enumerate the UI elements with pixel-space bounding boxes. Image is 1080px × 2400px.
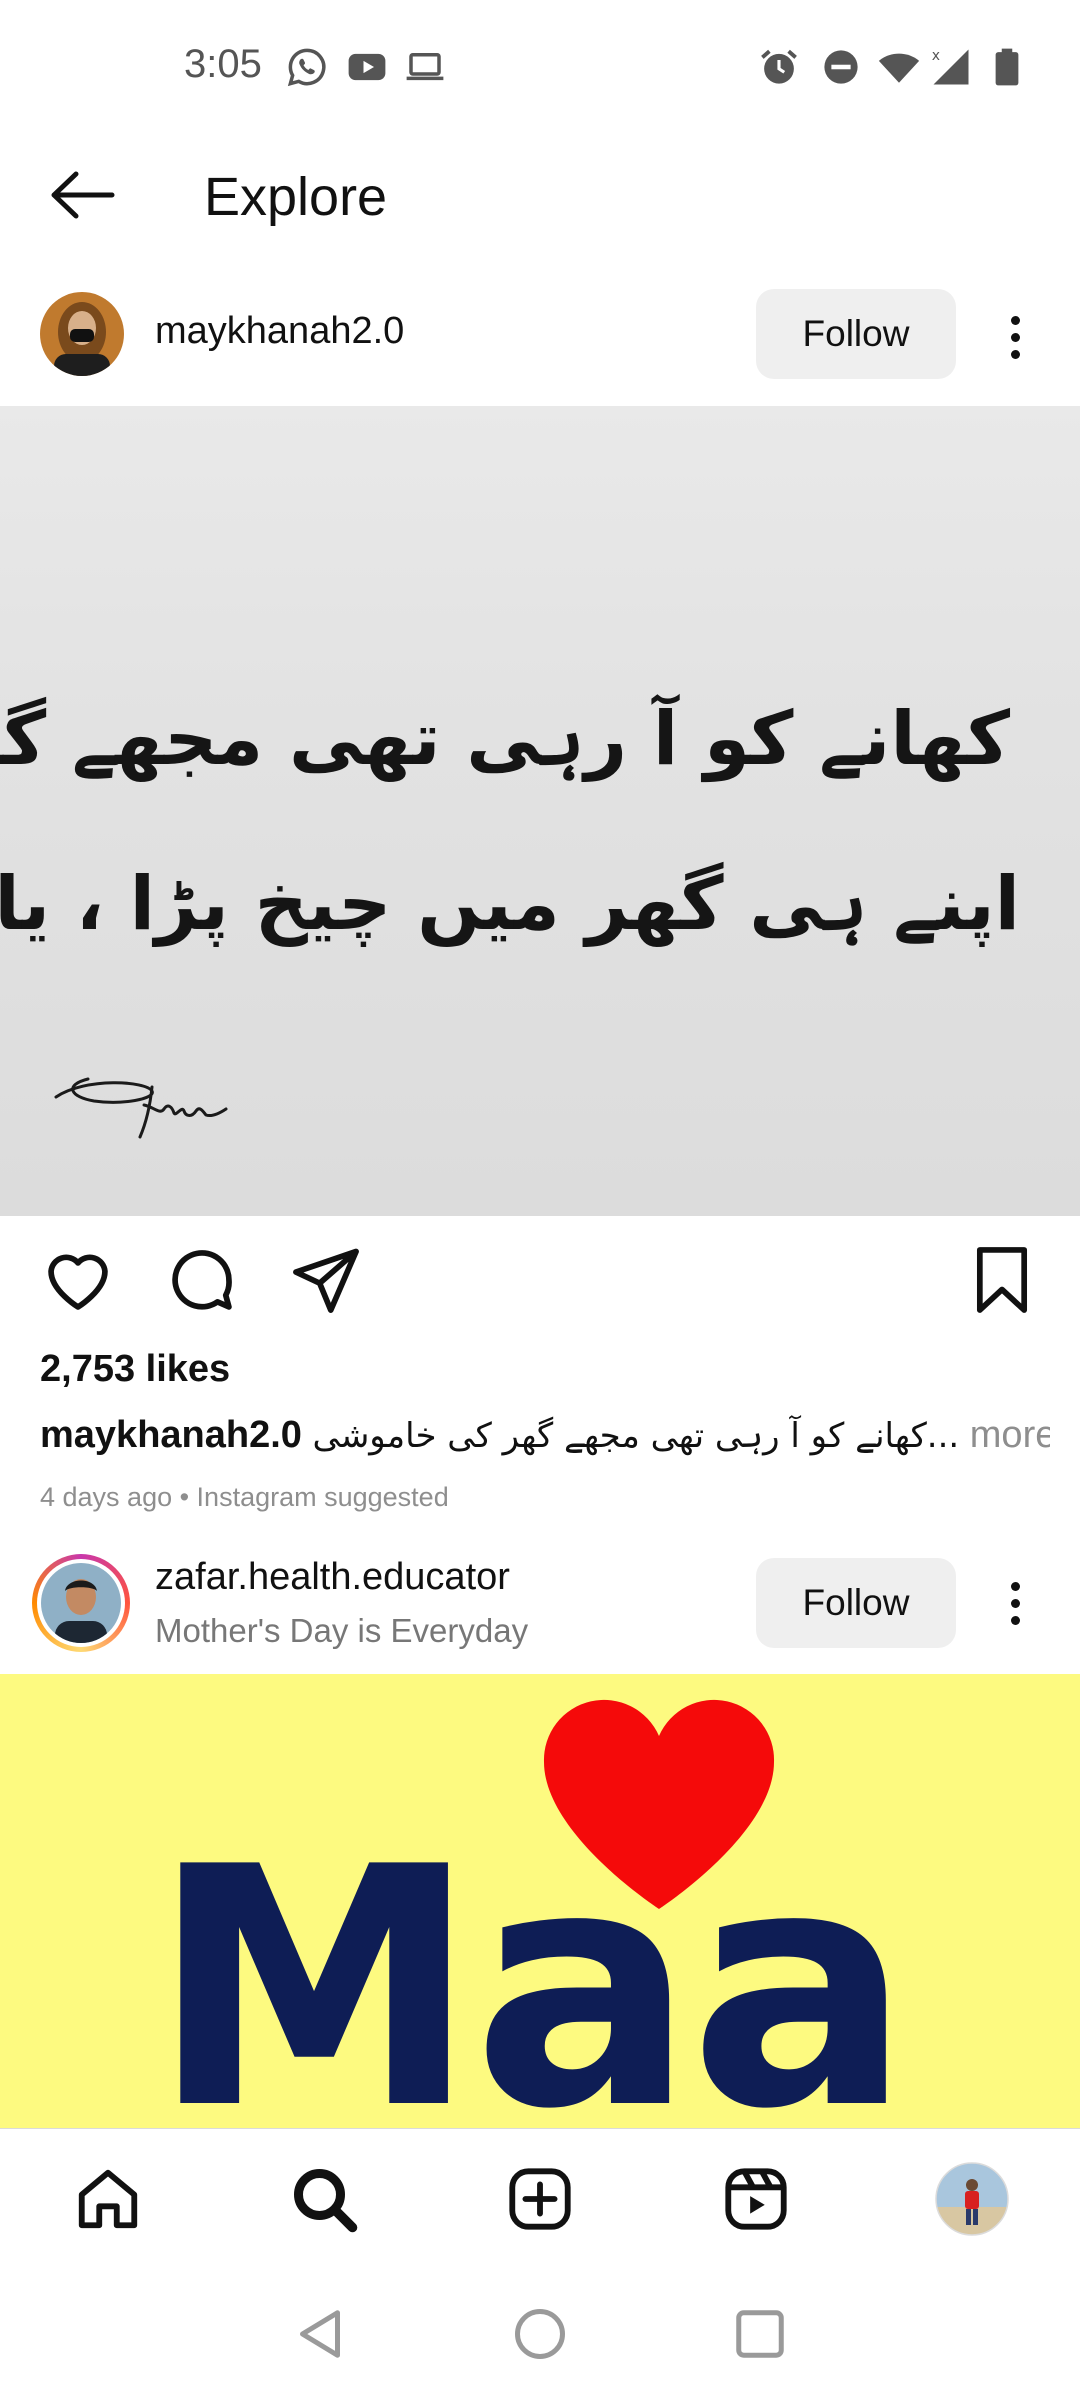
alarm-icon [761,49,797,84]
avatar[interactable] [40,292,124,376]
follow-button[interactable]: Follow [756,289,956,379]
image-text-line-1: کھانے کو آ رہی تھی مجھے گھر کی خاموشی [0,696,1010,782]
post-image[interactable]: Maa [0,1674,1080,2128]
status-bar: 3:05 x [0,0,1080,136]
home-icon [78,2169,138,2229]
laptop-icon [406,53,444,81]
reels-icon [725,2168,787,2230]
more-dot-icon [1010,1598,1020,1608]
post-caption[interactable]: maykhanah2.0 کھانے کو آ رہی تھی مجھے گھر… [40,1414,1050,1457]
image-text-line-2: اپنے ہی گھر میں چیخ پڑا ، یار کوئی ہے ؟ [0,861,1020,947]
like-heart-icon[interactable] [40,1242,116,1318]
back-arrow-icon [51,171,115,219]
whatsapp-icon [287,48,326,87]
system-nav [0,2268,1080,2400]
post-header: zafar.health.educator Mother's Day is Ev… [0,1534,1080,1670]
post-username[interactable]: maykhanah2.0 [155,310,404,353]
create-icon [509,2168,571,2230]
share-icon[interactable] [288,1242,364,1318]
more-dot-icon [1010,315,1020,325]
svg-text:x: x [932,48,940,64]
post-meta: 4 days ago • Instagram suggested [40,1482,449,1512]
post-username[interactable]: zafar.health.educator [155,1556,510,1599]
more-dot-icon [1010,1615,1020,1625]
image-title: Maa [150,1797,912,2128]
nav-home[interactable] [68,2159,148,2239]
follow-button[interactable]: Follow [756,1558,956,1648]
more-dot-icon [1010,349,1020,359]
avatar-image [41,1563,121,1643]
post-image[interactable]: کھانے کو آ رہی تھی مجھے گھر کی خاموشی اپ… [0,406,1080,1216]
nav-profile[interactable] [932,2159,1012,2239]
nav-reels[interactable] [716,2159,796,2239]
caption-more-link[interactable]: more [970,1414,1050,1456]
post-subtitle[interactable]: Mother's Day is Everyday [155,1612,528,1650]
do-not-disturb-icon [824,50,858,84]
save-bookmark-icon[interactable] [964,1242,1040,1318]
likes-count[interactable]: 2,753 likes [40,1348,230,1391]
more-dot-icon [1010,332,1020,342]
more-options-button[interactable] [990,292,1040,382]
wifi-icon [878,53,920,83]
recents-square-icon[interactable] [730,2304,790,2364]
more-options-button[interactable] [990,1558,1040,1648]
avatar-image [40,292,124,376]
nav-create[interactable] [500,2159,580,2239]
comment-icon[interactable] [164,1242,240,1318]
post-actions [0,1230,1080,1330]
page-title: Explore [204,167,388,227]
avatar-story-ring[interactable] [32,1554,130,1652]
nav-search[interactable] [284,2159,364,2239]
youtube-icon [348,53,386,81]
caption-text: کھانے کو آ رہی تھی مجھے گھر کی خاموشی... [312,1416,960,1456]
back-triangle-icon[interactable] [290,2304,350,2364]
post-header: maykhanah2.0 Follow [0,270,1080,406]
search-icon [294,2169,358,2233]
more-dot-icon [1010,1581,1020,1591]
back-button[interactable] [36,150,126,240]
bottom-nav [0,2128,1080,2268]
battery-icon [995,48,1019,86]
app-header: Explore [0,136,1080,256]
home-circle-icon[interactable] [510,2304,570,2364]
signature [54,1077,228,1139]
status-time: 3:05 [184,42,262,86]
signal-icon: x [932,48,969,85]
profile-avatar [935,2162,1009,2236]
caption-username[interactable]: maykhanah2.0 [40,1414,302,1456]
